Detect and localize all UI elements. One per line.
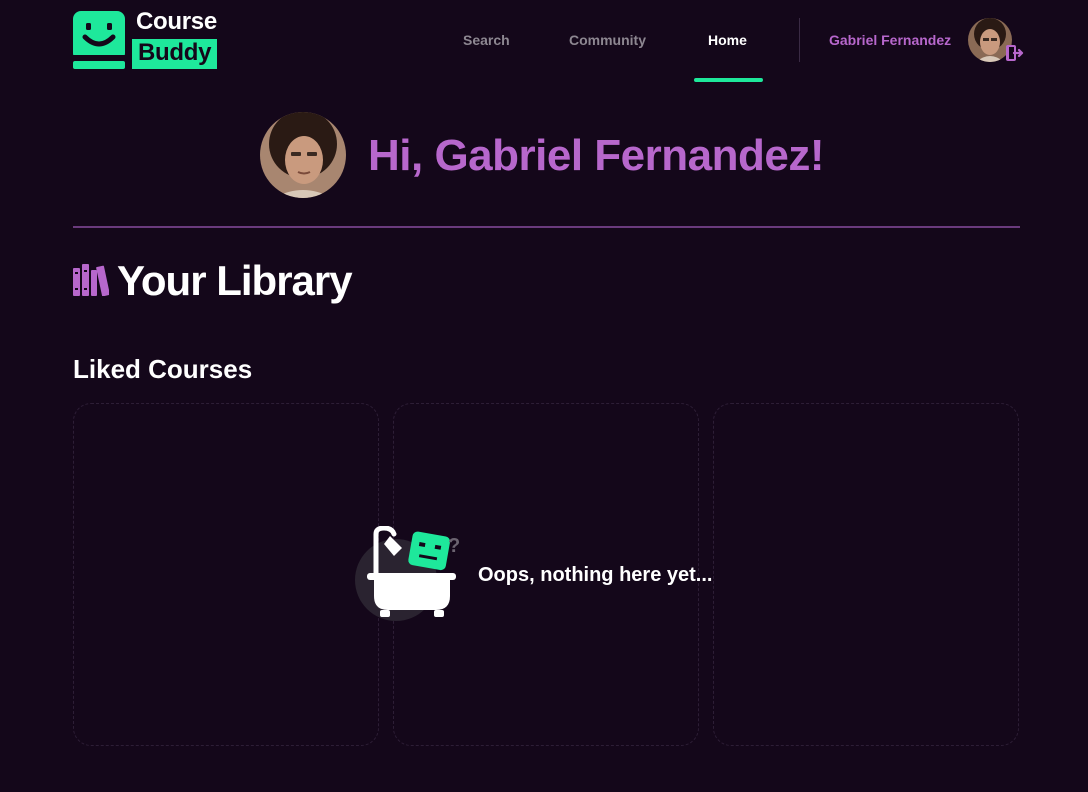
top-header: Course Buddy Search Community Home Gabri…	[0, 0, 1088, 82]
nav-community[interactable]: Community	[569, 32, 646, 48]
bathtub-robot-icon: ?	[355, 526, 460, 621]
course-buddy-logo[interactable]: Course Buddy	[73, 8, 225, 71]
logout-icon[interactable]	[1004, 43, 1024, 63]
nav-search[interactable]: Search	[463, 32, 510, 48]
empty-state-message: Oops, nothing here yet...	[478, 564, 713, 586]
nav-divider	[799, 18, 800, 62]
greeting-heading: Hi, Gabriel Fernandez!	[368, 131, 824, 180]
svg-text:?: ?	[448, 535, 460, 557]
liked-courses-heading: Liked Courses	[73, 354, 253, 384]
logo-text-course: Course	[136, 8, 217, 35]
page: Course Buddy Search Community Home Gabri…	[0, 0, 1088, 792]
user-profile-link[interactable]: Gabriel Fernandez	[829, 32, 951, 48]
library-title: Your Library	[117, 257, 353, 304]
course-card-placeholder	[713, 403, 1019, 746]
active-nav-indicator	[694, 78, 763, 82]
nav-home[interactable]: Home	[708, 32, 747, 48]
course-card-placeholder	[73, 403, 379, 746]
smiley-face-logo-icon	[73, 11, 125, 69]
greeting-avatar	[260, 112, 346, 198]
section-divider	[73, 226, 1020, 228]
bookshelf-icon	[73, 264, 109, 296]
logo-text-buddy: Buddy	[132, 39, 218, 69]
